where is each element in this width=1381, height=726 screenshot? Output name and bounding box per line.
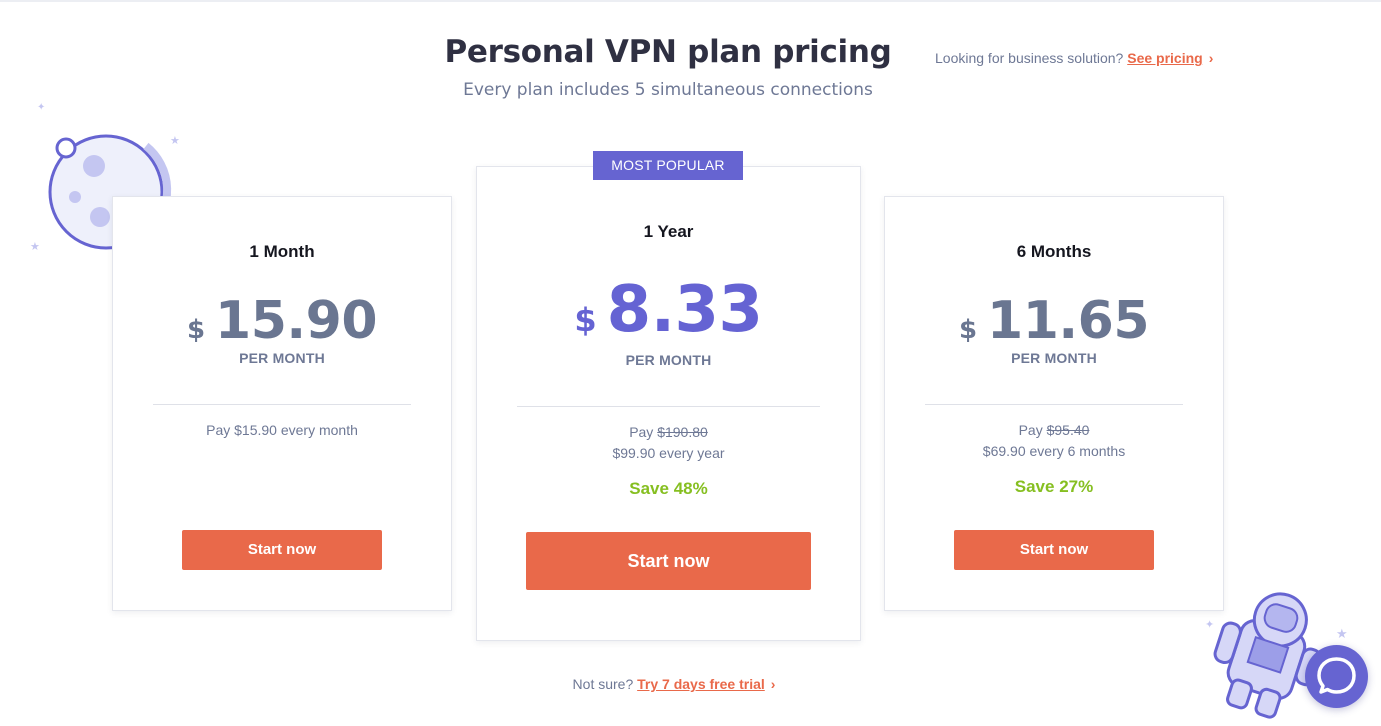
business-pricing-note: Looking for business solution? See prici…: [935, 50, 1213, 66]
svg-text:★: ★: [30, 241, 40, 253]
plan-name: 1 Year: [643, 222, 694, 241]
most-popular-badge: MOST POPULAR: [593, 151, 743, 180]
plan-card-1-month: 1 Month $15.90 PER MONTH Pay $15.90 ever…: [112, 196, 452, 611]
per-month-label: PER MONTH: [1011, 350, 1097, 366]
pay-prefix: Pay: [629, 424, 658, 440]
chat-icon: [1317, 657, 1356, 694]
plan-price: $8.33: [477, 273, 860, 347]
see-pricing-link[interactable]: See pricing: [1127, 50, 1202, 66]
business-prefix: Looking for business solution?: [935, 50, 1124, 66]
chevron-right-icon: ›: [770, 676, 776, 692]
original-price: $190.80: [657, 424, 708, 440]
chevron-right-icon: ›: [1208, 50, 1214, 66]
svg-text:★: ★: [170, 135, 180, 147]
svg-text:✦: ✦: [1205, 619, 1214, 631]
svg-text:★: ★: [1336, 626, 1348, 641]
free-trial-note: Not sure? Try 7 days free trial ›: [0, 676, 1348, 692]
plan-card-1-year: 1 Year $8.33 PER MONTH Pay $190.80 $99.9…: [476, 166, 861, 641]
currency-symbol: $: [574, 301, 597, 339]
free-trial-link[interactable]: Try 7 days free trial: [637, 676, 765, 692]
billed-amount: $69.90 every 6 months: [982, 443, 1126, 459]
pay-line: Pay $95.40 $69.90 every 6 months: [885, 420, 1223, 462]
save-percentage: Save 27%: [1014, 477, 1094, 496]
start-now-button[interactable]: Start now: [182, 530, 382, 570]
pay-line: Pay $15.90 every month: [206, 422, 358, 438]
plan-price: $11.65: [885, 291, 1223, 351]
pay-prefix: Pay: [1018, 422, 1047, 438]
plan-price: $15.90: [113, 291, 451, 351]
svg-text:✦: ✦: [37, 102, 45, 113]
chat-button[interactable]: [1305, 645, 1368, 708]
billed-amount: $99.90 every year: [612, 445, 725, 461]
plan-card-6-months: 6 Months $11.65 PER MONTH Pay $95.40 $69…: [884, 196, 1224, 611]
footer-prefix: Not sure?: [572, 676, 634, 692]
page-subtitle: Every plan includes 5 simultaneous conne…: [463, 80, 873, 100]
divider: [925, 404, 1183, 405]
plan-name: 1 Month: [249, 242, 315, 261]
per-month-label: PER MONTH: [239, 350, 325, 366]
start-now-button[interactable]: Start now: [526, 532, 811, 590]
plan-name: 6 Months: [1016, 242, 1092, 261]
pay-line: Pay $190.80 $99.90 every year: [477, 422, 860, 464]
original-price: $95.40: [1046, 422, 1090, 438]
price-amount: 8.33: [606, 273, 763, 347]
save-percentage: Save 48%: [629, 479, 708, 498]
start-now-button[interactable]: Start now: [954, 530, 1154, 570]
top-border: [0, 0, 1381, 2]
per-month-label: PER MONTH: [625, 352, 712, 368]
currency-symbol: $: [186, 315, 206, 345]
divider: [153, 404, 411, 405]
price-amount: 11.65: [987, 291, 1150, 351]
currency-symbol: $: [958, 315, 978, 345]
divider: [517, 406, 820, 407]
price-amount: 15.90: [215, 291, 378, 351]
